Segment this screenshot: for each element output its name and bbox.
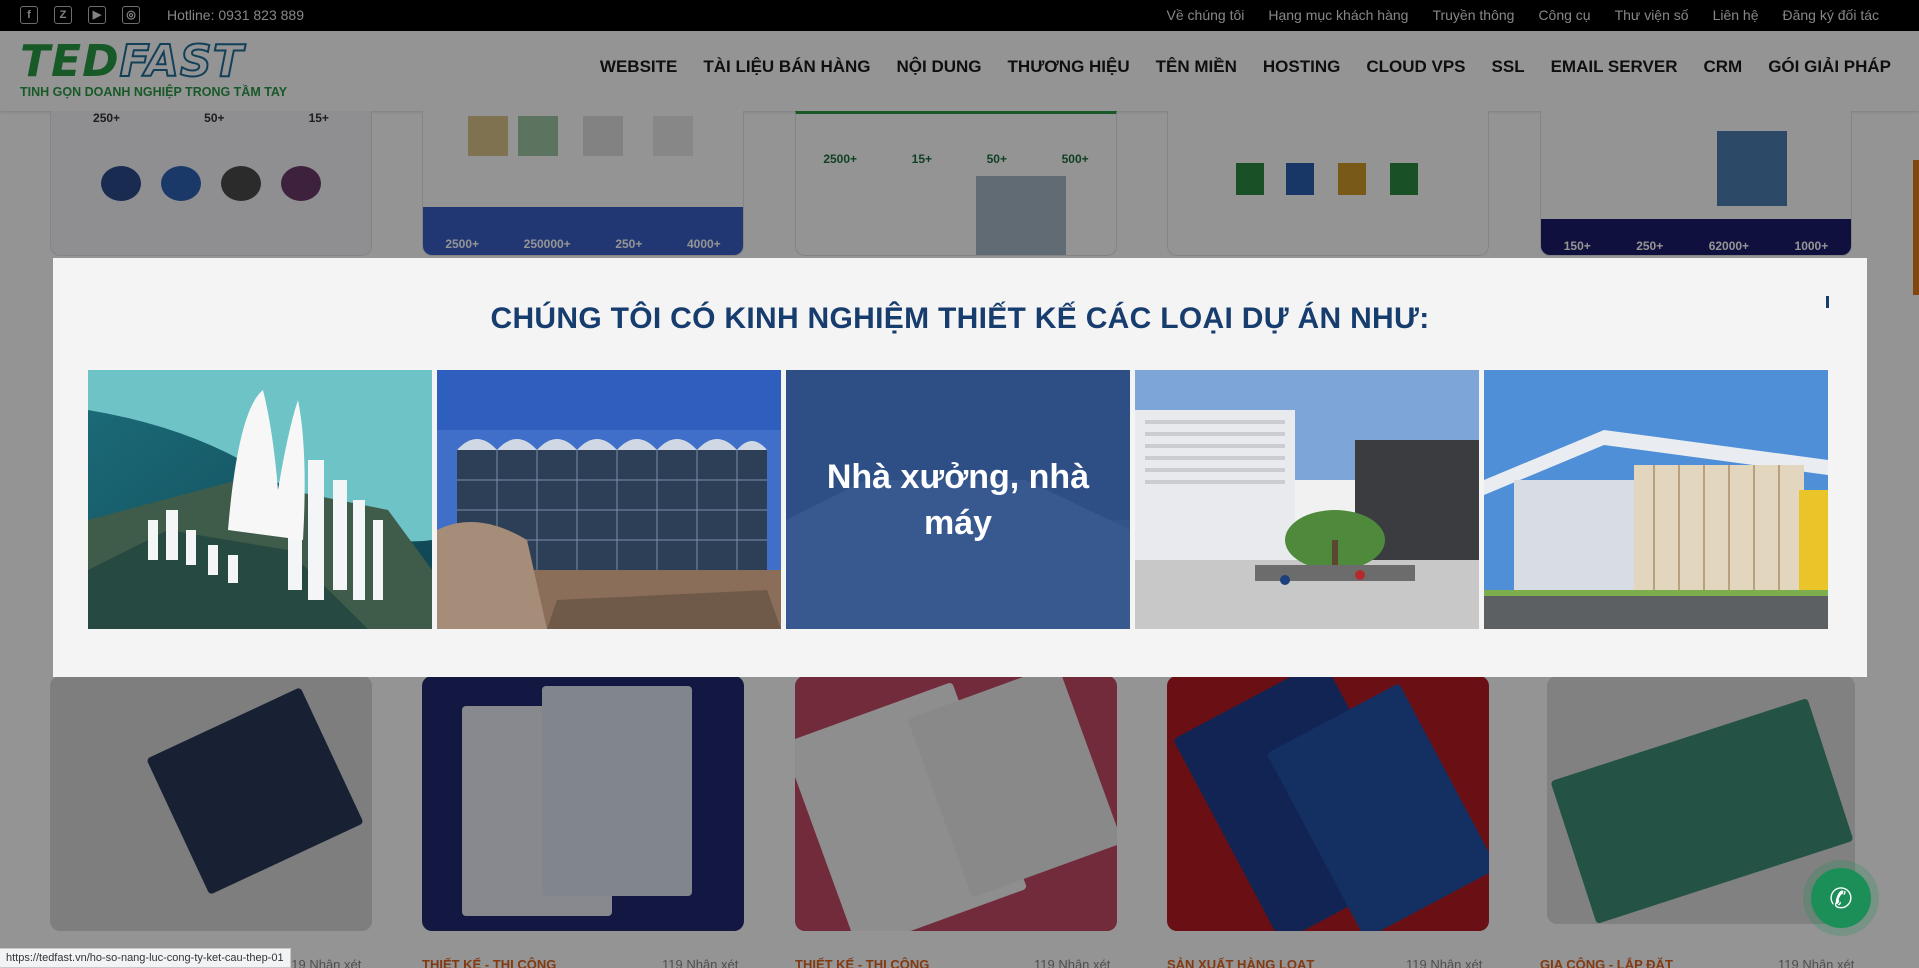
- close-icon[interactable]: [1826, 296, 1829, 308]
- phone-icon: ✆: [1829, 882, 1853, 914]
- project-tile-urban[interactable]: [88, 370, 432, 629]
- campus-image: [1135, 370, 1479, 629]
- tile-caption: Nhà xưởng, nhà máy: [786, 370, 1130, 629]
- modal-title: CHÚNG TÔI CÓ KINH NGHIỆM THIẾT KẾ CÁC LO…: [490, 302, 1430, 335]
- project-tile-campus[interactable]: [1135, 370, 1479, 629]
- project-tile-public[interactable]: [1484, 370, 1828, 629]
- project-tile-office[interactable]: [437, 370, 781, 629]
- coastal-city-image: [88, 370, 432, 629]
- project-types-modal: CHÚNG TÔI CÓ KINH NGHIỆM THIẾT KẾ CÁC LO…: [53, 258, 1867, 677]
- glass-building-image: [437, 370, 781, 629]
- public-building-image: [1484, 370, 1828, 629]
- project-tile-factory[interactable]: Nhà xưởng, nhà máy: [786, 370, 1130, 629]
- phone-call-button[interactable]: ✆: [1811, 868, 1871, 928]
- status-url-tooltip: https://tedfast.vn/ho-so-nang-luc-cong-t…: [0, 948, 291, 968]
